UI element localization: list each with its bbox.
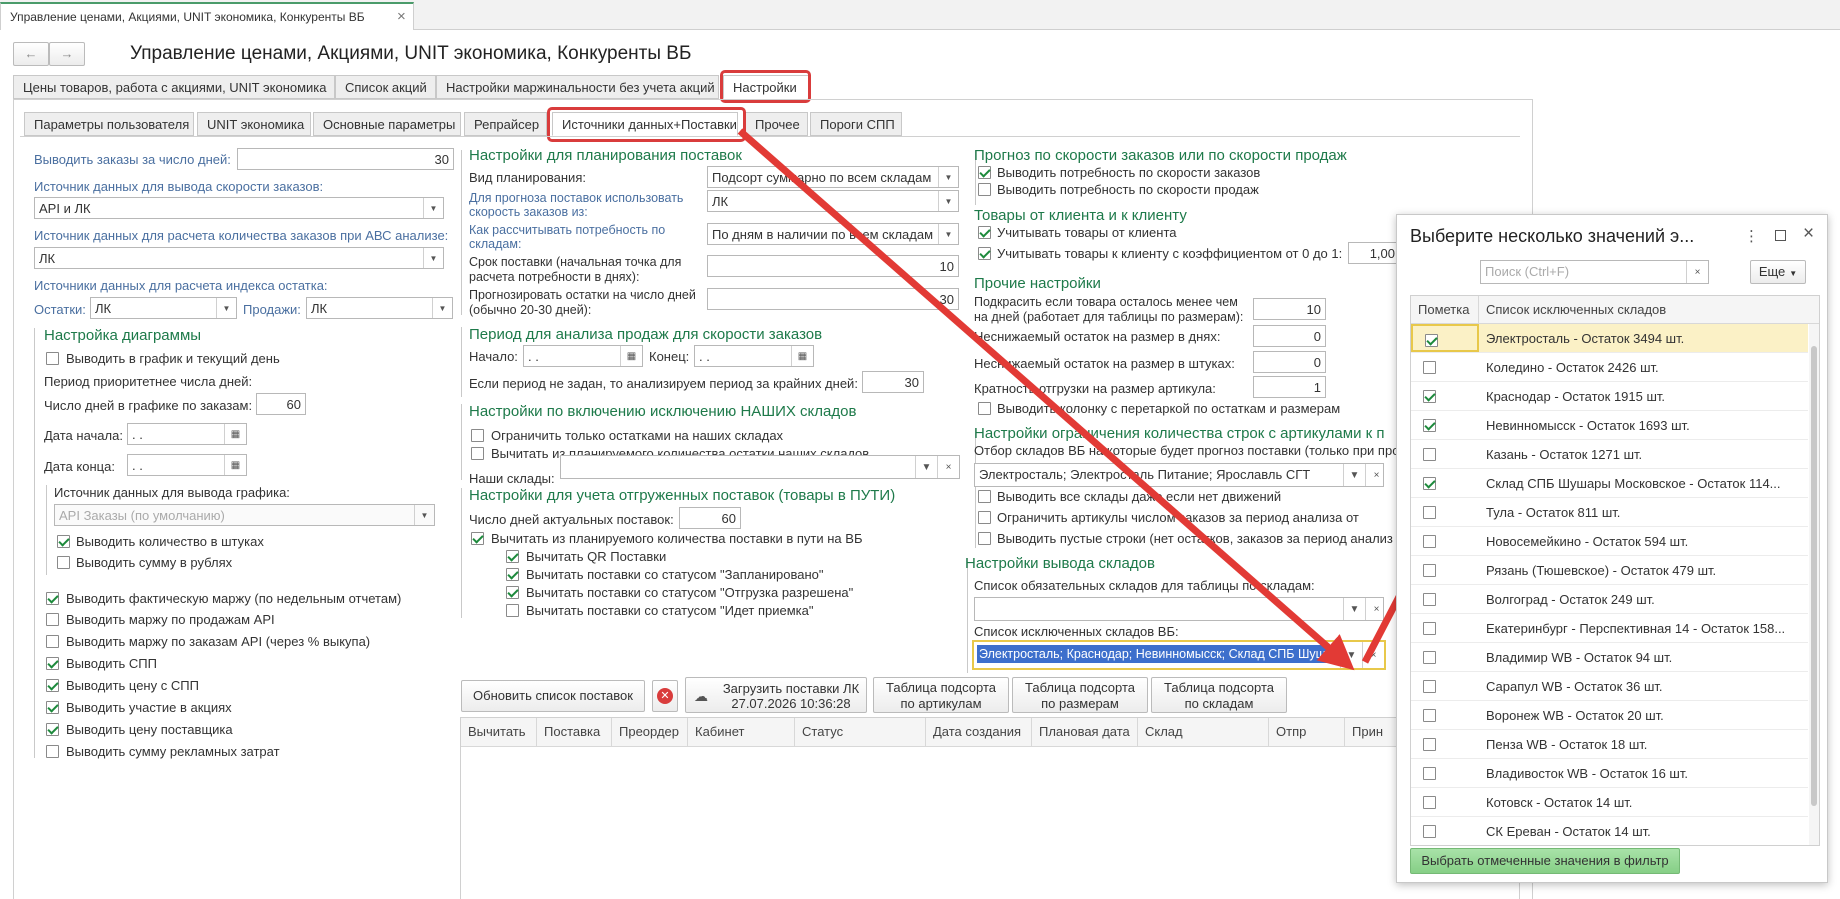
row-label: Пенза WB - Остаток 18 шт. bbox=[1486, 737, 1648, 752]
row-checkbox[interactable] bbox=[1423, 622, 1436, 635]
row-label: Краснодар - Остаток 1915 шт. bbox=[1486, 389, 1666, 404]
mark-cell[interactable] bbox=[1411, 643, 1479, 671]
row-label: Екатеринбург - Перспективная 14 - Остато… bbox=[1486, 621, 1786, 636]
mark-cell[interactable] bbox=[1411, 701, 1479, 729]
clear-icon[interactable]: × bbox=[1686, 261, 1708, 283]
mark-cell[interactable] bbox=[1411, 353, 1479, 381]
row-checkbox[interactable] bbox=[1423, 680, 1436, 693]
list-item[interactable]: Невинномысск - Остаток 1693 шт. bbox=[1411, 411, 1808, 440]
mark-cell[interactable] bbox=[1411, 527, 1479, 555]
list-item[interactable]: СК Ереван - Остаток 14 шт. bbox=[1411, 817, 1808, 845]
select-checked-button[interactable]: Выбрать отмеченные значения в фильтр bbox=[1410, 848, 1680, 874]
arrow-to-excluded bbox=[737, 128, 1355, 671]
chevron-down-icon: ▼ bbox=[1789, 269, 1798, 278]
row-label: Воронеж WB - Остаток 20 шт. bbox=[1486, 708, 1664, 723]
close-dialog-icon[interactable]: × bbox=[1803, 223, 1814, 245]
row-label: Сарапул WB - Остаток 36 шт. bbox=[1486, 679, 1663, 694]
col-list[interactable]: Список исключенных складов bbox=[1479, 296, 1809, 324]
row-checkbox[interactable] bbox=[1423, 796, 1436, 809]
row-label: Новосемейкино - Остаток 594 шт. bbox=[1486, 534, 1689, 549]
col-mark[interactable]: Пометка bbox=[1411, 296, 1479, 324]
search-placeholder: Поиск (Ctrl+F) bbox=[1485, 264, 1570, 279]
list-item[interactable]: Краснодар - Остаток 1915 шт. bbox=[1411, 382, 1808, 411]
list-item[interactable]: Тула - Остаток 811 шт. bbox=[1411, 498, 1808, 527]
mark-cell[interactable] bbox=[1411, 759, 1479, 787]
dialog-list-header: Пометка Список исключенных складов bbox=[1411, 296, 1819, 324]
mark-cell[interactable] bbox=[1411, 556, 1479, 584]
mark-cell[interactable] bbox=[1411, 469, 1479, 497]
more-label: Еще bbox=[1758, 264, 1786, 279]
row-checkbox[interactable] bbox=[1423, 767, 1436, 780]
row-checkbox[interactable] bbox=[1423, 506, 1436, 519]
mark-cell[interactable] bbox=[1411, 614, 1479, 642]
row-checkbox[interactable] bbox=[1423, 738, 1436, 751]
dialog-rows: Электросталь - Остаток 3494 шт. Коледино … bbox=[1411, 324, 1808, 845]
dialog-list[interactable]: Пометка Список исключенных складов Элект… bbox=[1410, 295, 1820, 846]
row-checkbox[interactable] bbox=[1423, 651, 1436, 664]
more-vert-icon[interactable]: ⋮ bbox=[1744, 227, 1759, 245]
mark-cell[interactable] bbox=[1411, 382, 1479, 410]
row-checkbox[interactable] bbox=[1423, 361, 1436, 374]
list-item[interactable]: Сарапул WB - Остаток 36 шт. bbox=[1411, 672, 1808, 701]
mark-cell[interactable] bbox=[1411, 788, 1479, 816]
list-item[interactable]: Воронеж WB - Остаток 20 шт. bbox=[1411, 701, 1808, 730]
mark-cell[interactable] bbox=[1411, 817, 1479, 845]
scrollbar[interactable] bbox=[1809, 324, 1819, 845]
select-checked-label: Выбрать отмеченные значения в фильтр bbox=[1421, 853, 1669, 868]
row-label: Котовск - Остаток 14 шт. bbox=[1486, 795, 1633, 810]
row-label: Электросталь - Остаток 3494 шт. bbox=[1486, 331, 1685, 346]
row-label: Невинномысск - Остаток 1693 шт. bbox=[1486, 418, 1690, 433]
more-button[interactable]: Еще ▼ bbox=[1750, 260, 1806, 284]
list-item[interactable]: Волгоград - Остаток 249 шт. bbox=[1411, 585, 1808, 614]
row-label: Волгоград - Остаток 249 шт. bbox=[1486, 592, 1655, 607]
row-checkbox[interactable] bbox=[1423, 709, 1436, 722]
row-label: Владимир WB - Остаток 94 шт. bbox=[1486, 650, 1673, 665]
list-item[interactable]: Рязань (Тюшевское) - Остаток 479 шт. bbox=[1411, 556, 1808, 585]
row-checkbox[interactable] bbox=[1423, 593, 1436, 606]
mark-cell[interactable] bbox=[1411, 440, 1479, 468]
list-item[interactable]: Склад СПБ Шушары Московское - Остаток 11… bbox=[1411, 469, 1808, 498]
list-item[interactable]: Владивосток WB - Остаток 16 шт. bbox=[1411, 759, 1808, 788]
mark-cell[interactable] bbox=[1411, 730, 1479, 758]
row-label: Тула - Остаток 811 шт. bbox=[1486, 505, 1621, 520]
row-checkbox[interactable] bbox=[1423, 825, 1436, 838]
mark-cell[interactable] bbox=[1411, 324, 1479, 352]
mark-cell[interactable] bbox=[1411, 585, 1479, 613]
row-checkbox[interactable] bbox=[1423, 419, 1436, 432]
row-checkbox[interactable] bbox=[1423, 564, 1436, 577]
maximize-icon[interactable] bbox=[1775, 230, 1786, 241]
mark-cell[interactable] bbox=[1411, 411, 1479, 439]
list-item[interactable]: Новосемейкино - Остаток 594 шт. bbox=[1411, 527, 1808, 556]
list-item[interactable]: Казань - Остаток 1271 шт. bbox=[1411, 440, 1808, 469]
mark-cell[interactable] bbox=[1411, 498, 1479, 526]
row-label: Казань - Остаток 1271 шт. bbox=[1486, 447, 1643, 462]
row-label: Коледино - Остаток 2426 шт. bbox=[1486, 360, 1659, 375]
list-item[interactable]: Владимир WB - Остаток 94 шт. bbox=[1411, 643, 1808, 672]
dialog-search-input[interactable]: Поиск (Ctrl+F) × bbox=[1480, 260, 1709, 284]
row-checkbox[interactable] bbox=[1425, 334, 1438, 347]
row-checkbox[interactable] bbox=[1423, 477, 1436, 490]
mark-cell[interactable] bbox=[1411, 672, 1479, 700]
row-checkbox[interactable] bbox=[1423, 448, 1436, 461]
dialog-title: Выберите несколько значений э... bbox=[1410, 226, 1695, 246]
scroll-thumb[interactable] bbox=[1811, 346, 1817, 806]
row-checkbox[interactable] bbox=[1423, 390, 1436, 403]
row-label: Рязань (Тюшевское) - Остаток 479 шт. bbox=[1486, 563, 1717, 578]
list-item[interactable]: Пенза WB - Остаток 18 шт. bbox=[1411, 730, 1808, 759]
row-label: Склад СПБ Шушары Московское - Остаток 11… bbox=[1486, 476, 1781, 491]
row-label: Владивосток WB - Остаток 16 шт. bbox=[1486, 766, 1688, 781]
list-item[interactable]: Котовск - Остаток 14 шт. bbox=[1411, 788, 1808, 817]
list-item[interactable]: Екатеринбург - Перспективная 14 - Остато… bbox=[1411, 614, 1808, 643]
list-item[interactable]: Электросталь - Остаток 3494 шт. bbox=[1411, 324, 1808, 353]
multi-select-dialog[interactable]: Выберите несколько значений э... ⋮ × Пои… bbox=[1396, 214, 1828, 883]
row-label: СК Ереван - Остаток 14 шт. bbox=[1486, 824, 1651, 839]
list-item[interactable]: Коледино - Остаток 2426 шт. bbox=[1411, 353, 1808, 382]
row-checkbox[interactable] bbox=[1423, 535, 1436, 548]
